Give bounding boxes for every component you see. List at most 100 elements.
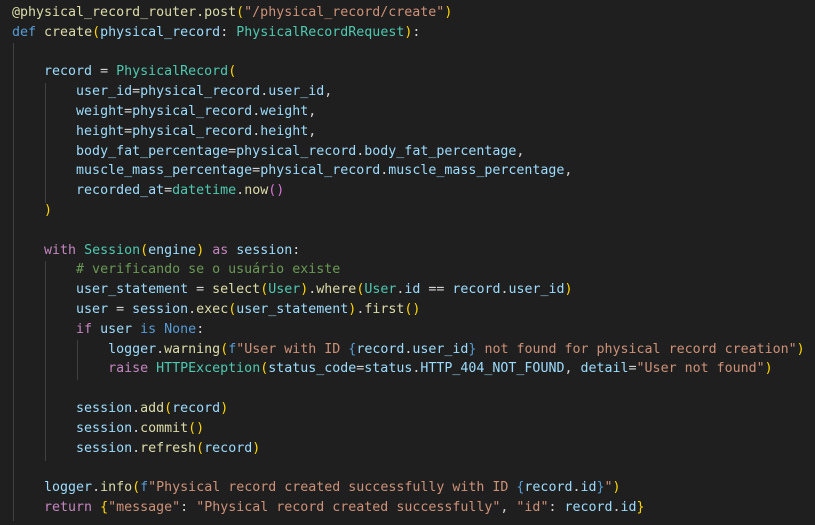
code-line[interactable]: if user is None: [12,320,805,340]
code-token: ( [164,400,173,416]
code-token: user_id [268,84,325,100]
code-token: is [140,321,157,337]
code-line[interactable]: ​ [12,379,805,399]
code-token: ( [220,341,229,357]
code-token: . [132,400,141,416]
indentation [12,203,44,218]
code-token: session [236,242,293,258]
code-token: ( [236,5,245,20]
code-token: : [220,24,237,40]
code-line[interactable]: session.refresh(record) [12,439,805,459]
code-token: user_statement [236,301,349,317]
code-token: = [124,103,133,119]
code-token: with [44,242,77,258]
code-token: engine [148,242,197,258]
code-token: "User not found" [636,361,765,377]
code-token: ) [44,202,53,218]
code-line[interactable]: body_fat_percentage=physical_record.body… [12,142,805,162]
code-token: as [212,242,229,258]
code-token: ) [220,400,229,416]
code-token: physical_record [260,163,381,179]
code-line[interactable]: session.commit() [12,419,805,439]
code-line[interactable]: logger.info(f"Physical record created su… [12,478,805,498]
code-line[interactable]: ​ [12,43,805,63]
code-line[interactable]: def create(physical_record: PhysicalReco… [12,23,805,43]
code-line[interactable]: logger.warning(f"User with ID {record.us… [12,340,805,360]
code-token: record [204,440,253,456]
code-token: ) [252,440,261,456]
code-token: id [580,480,597,496]
code-token: . [236,183,245,199]
indentation [12,262,76,277]
indentation [12,163,76,178]
code-token: commit [140,420,189,436]
code-token: body_fat_percentage [364,143,517,159]
code-token: ) [612,480,621,496]
code-token: User [364,282,397,298]
code-token: } [596,480,605,496]
code-token: record [452,282,501,298]
code-token: select [212,282,261,298]
code-line[interactable]: @physical_record_router.post("/physical_… [12,3,805,23]
code-line[interactable]: height=physical_record.height, [12,122,805,142]
code-line[interactable]: muscle_mass_percentage=physical_record.m… [12,161,805,181]
code-token: , [516,143,525,159]
code-token: if [76,321,93,337]
indentation [12,183,76,198]
code-token: physical_record [132,103,253,119]
code-line[interactable]: ​ [12,221,805,241]
code-token: id [404,282,421,298]
code-token: . [132,420,141,436]
code-token: user_id [508,282,565,298]
code-token: = [92,64,117,80]
indentation [12,104,76,119]
code-token: first [364,301,405,317]
code-token: ( [228,64,237,80]
code-line[interactable]: user_id=physical_record.user_id, [12,82,805,102]
code-token: Session [84,242,141,258]
code-token: datetime [172,183,237,199]
code-line[interactable]: record = PhysicalRecord( [12,62,805,82]
code-token: add [140,400,165,416]
code-token: "message" [108,499,181,515]
code-line[interactable]: user_statement = select(User).where(User… [12,280,805,300]
code-token: height [76,123,125,139]
code-token: : [180,499,197,515]
code-editor[interactable]: @physical_record_router.post("/physical_… [0,0,815,525]
code-token: . [612,499,621,515]
code-line[interactable]: ​ [12,458,805,478]
code-token: = [108,301,133,317]
code-token: user_id [412,341,469,357]
code-token: physical_record [132,123,253,139]
code-token: @physical_record_router.post [12,5,237,20]
code-line[interactable]: # verificando se o usuário existe [12,260,805,280]
code-token: ) [444,5,453,20]
code-line[interactable]: session.add(record) [12,399,805,419]
code-token: "Physical record created successfully" [196,499,501,515]
indentation [12,361,108,376]
code-token: physical_record [100,24,221,40]
code-line[interactable]: return {"message": "Physical record crea… [12,498,805,518]
code-line[interactable]: ) [12,201,805,221]
indentation [12,243,44,258]
code-line[interactable]: raise HTTPException(status_code=status.H… [12,359,805,379]
code-token: record [172,400,221,416]
code-content[interactable]: @physical_record_router.post("/physical_… [12,3,805,518]
code-token: session [76,420,133,436]
indentation [12,480,44,495]
code-line[interactable]: weight=physical_record.weight, [12,102,805,122]
code-token: def [12,24,37,40]
code-token: logger [108,341,157,357]
code-line[interactable]: recorded_at=datetime.now() [12,181,805,201]
code-line[interactable]: user = session.exec(user_statement).firs… [12,300,805,320]
code-token: , [308,103,317,119]
code-token: where [316,282,357,298]
code-token: == [420,282,453,298]
code-token: { [100,499,109,515]
code-token: () [268,183,285,199]
code-token: record [44,64,93,80]
code-line[interactable]: with Session(engine) as session: [12,241,805,261]
code-token: create [44,24,93,40]
code-token: , [500,499,517,515]
code-token: : [412,24,421,40]
